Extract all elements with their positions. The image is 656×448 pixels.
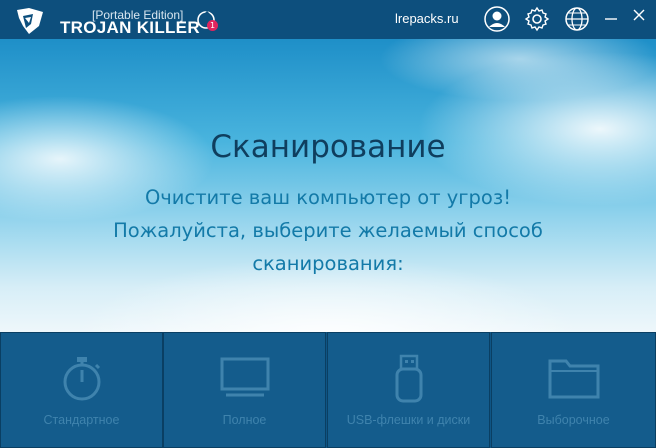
settings-gear-icon[interactable] (524, 6, 550, 32)
hero-banner: Сканирование Очистите ваш компьютер от у… (0, 39, 656, 332)
tile-label: USB-флешки и диски (346, 413, 471, 427)
hero-text-line-2: Пожалуйста, выберите желаемый способ (113, 219, 543, 242)
page-title: Сканирование (210, 129, 446, 165)
language-globe-icon[interactable] (564, 6, 590, 32)
title-bar: [Portable Edition] TROJAN KILLER 1 lrepa… (0, 0, 656, 39)
user-account-icon[interactable] (484, 6, 510, 32)
scan-custom-button[interactable]: Выборочное (491, 332, 656, 448)
minimize-icon[interactable] (603, 7, 619, 23)
folder-icon (548, 359, 599, 399)
scan-usb-button[interactable]: USB-флешки и диски (327, 332, 490, 448)
tile-label: Выборочное (537, 413, 610, 427)
hero-text-line-1: Очистите ваш компьютер от угроз! (144, 186, 512, 209)
tile-label: Полное (222, 413, 267, 427)
notification-badge: 1 (207, 20, 218, 31)
tile-label: Стандартное (43, 413, 120, 427)
close-icon[interactable] (631, 7, 647, 23)
product-name: TROJAN KILLER (60, 18, 200, 37)
usb-drive-icon (395, 354, 422, 403)
monitor-icon (220, 357, 269, 397)
hero-text-line-3: сканирования: (252, 252, 404, 275)
scan-full-button[interactable]: Полное (163, 332, 326, 448)
scan-standard-button[interactable]: Стандартное (0, 332, 163, 448)
stopwatch-icon (63, 357, 100, 401)
site-link[interactable]: lrepacks.ru (395, 11, 459, 26)
trojan-killer-logo-icon (17, 8, 43, 34)
scan-mode-tiles: Стандартное Полное USB-флешки и диски Вы… (0, 332, 656, 448)
